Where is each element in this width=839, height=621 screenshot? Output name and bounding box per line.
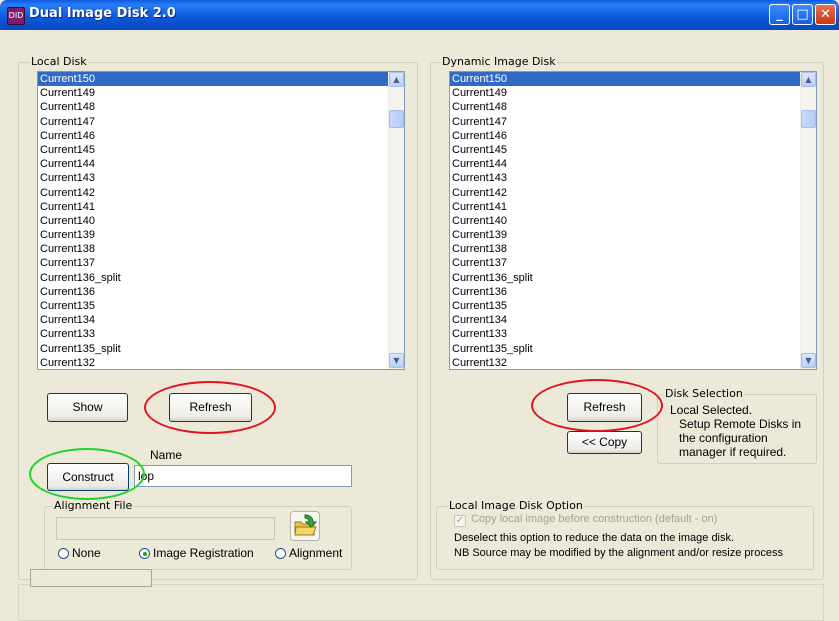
list-item[interactable]: Current140 — [450, 214, 801, 228]
local-image-option-label: Local Image Disk Option — [448, 499, 584, 512]
radio-none-label: None — [72, 546, 101, 560]
list-item[interactable]: Current135_split — [450, 342, 801, 356]
alignment-file-label: Alignment File — [53, 499, 134, 512]
alignment-file-path-input[interactable] — [56, 517, 275, 540]
show-button[interactable]: Show — [47, 393, 128, 422]
minimize-button[interactable]: _ — [769, 4, 790, 25]
list-item[interactable]: Current136 — [450, 285, 801, 299]
list-item[interactable]: Current135 — [450, 299, 801, 313]
list-item[interactable]: Current141 — [450, 200, 801, 214]
list-item[interactable]: Current142 — [38, 186, 389, 200]
list-item[interactable]: Current137 — [450, 256, 801, 270]
dynamic-disk-list[interactable]: Current150 Current149 Current148 Current147… — [449, 71, 817, 370]
name-input[interactable]: lop — [134, 465, 352, 487]
list-item[interactable]: Current147 — [38, 115, 389, 129]
local-disk-list[interactable]: Current150 Current149 Current148 Current147… — [37, 71, 405, 370]
radio-image-registration-label: Image Registration — [153, 546, 254, 560]
list-item[interactable]: Current146 — [450, 129, 801, 143]
radio-alignment-label: Alignment — [289, 546, 343, 560]
disk-selection-status: Local Selected. — [670, 403, 753, 417]
list-item[interactable]: Current137 — [38, 256, 389, 270]
list-item[interactable]: Current138 — [450, 242, 801, 256]
list-item[interactable]: Current143 — [450, 171, 801, 185]
radio-alignment[interactable] — [275, 548, 286, 559]
list-item[interactable]: Current145 — [38, 143, 389, 157]
list-item[interactable]: Current148 — [38, 100, 389, 114]
local-disk-items: Current150 Current149 Current148 Current147… — [38, 72, 389, 369]
list-item[interactable]: Current134 — [38, 313, 389, 327]
list-item[interactable]: Current134 — [450, 313, 801, 327]
name-label: Name — [150, 448, 183, 462]
local-disk-scrollbar[interactable]: ▲ ▼ — [388, 72, 404, 369]
dynamic-disk-group-label: Dynamic Image Disk — [441, 55, 557, 68]
list-item[interactable]: Current136 — [38, 285, 389, 299]
list-item[interactable]: Current150 — [38, 72, 389, 87]
list-item[interactable]: Current132 — [38, 356, 389, 369]
list-item[interactable]: Current138 — [38, 242, 389, 256]
list-item[interactable]: Current135_split — [38, 342, 389, 356]
copy-button[interactable]: << Copy — [567, 431, 642, 454]
scroll-down-arrow-icon[interactable]: ▼ — [389, 353, 404, 368]
dynamic-refresh-button[interactable]: Refresh — [567, 393, 642, 422]
window-title: Dual Image Disk 2.0 — [29, 6, 176, 21]
list-item[interactable]: Current136_split — [450, 271, 801, 285]
scroll-thumb[interactable] — [389, 110, 404, 128]
app-icon[interactable]: DID — [7, 7, 25, 25]
radio-none[interactable] — [58, 548, 69, 559]
maximize-button[interactable]: □ — [792, 4, 813, 25]
disk-selection-help: Setup Remote Disks in the configuration … — [679, 417, 802, 459]
list-item[interactable]: Current141 — [38, 200, 389, 214]
list-item[interactable]: Current145 — [450, 143, 801, 157]
list-item[interactable]: Current148 — [450, 100, 801, 114]
open-folder-icon — [290, 511, 320, 541]
construct-button[interactable]: Construct — [47, 463, 129, 491]
list-item[interactable]: Current136_split — [38, 271, 389, 285]
list-item[interactable]: Current143 — [38, 171, 389, 185]
list-item[interactable]: Current132 — [450, 356, 801, 369]
list-item[interactable]: Current139 — [450, 228, 801, 242]
list-item[interactable]: Current135 — [38, 299, 389, 313]
list-item[interactable]: Current150 — [450, 72, 801, 87]
scroll-up-arrow-icon[interactable]: ▲ — [801, 72, 816, 87]
status-bar — [18, 584, 824, 621]
list-item[interactable]: Current133 — [450, 327, 801, 341]
list-item[interactable]: Current140 — [38, 214, 389, 228]
list-item[interactable]: Current133 — [38, 327, 389, 341]
scroll-up-arrow-icon[interactable]: ▲ — [389, 72, 404, 87]
list-item[interactable]: Current144 — [38, 157, 389, 171]
copy-local-image-label: Copy local image before construction (de… — [471, 513, 718, 525]
option-note-line1: Deselect this option to reduce the data … — [454, 532, 735, 544]
list-item[interactable]: Current146 — [38, 129, 389, 143]
radio-image-registration[interactable] — [139, 548, 150, 559]
disk-selection-label: Disk Selection — [664, 387, 744, 400]
list-item[interactable]: Current142 — [450, 186, 801, 200]
list-item[interactable]: Current147 — [450, 115, 801, 129]
scroll-down-arrow-icon[interactable]: ▼ — [801, 353, 816, 368]
local-disk-group-label: Local Disk — [30, 55, 88, 68]
list-item[interactable]: Current144 — [450, 157, 801, 171]
open-folder-button[interactable] — [290, 511, 320, 541]
dynamic-disk-items: Current150 Current149 Current148 Current147… — [450, 72, 801, 369]
close-button[interactable]: ✕ — [815, 4, 836, 25]
list-item[interactable]: Current149 — [38, 86, 389, 100]
list-item[interactable]: Current139 — [38, 228, 389, 242]
scroll-thumb[interactable] — [801, 110, 816, 128]
list-item[interactable]: Current149 — [450, 86, 801, 100]
dynamic-disk-scrollbar[interactable]: ▲ ▼ — [800, 72, 816, 369]
copy-local-image-checkbox[interactable]: ✓ — [454, 515, 466, 527]
local-refresh-button[interactable]: Refresh — [169, 393, 252, 422]
status-progress-bar — [30, 569, 152, 587]
option-note-line2: NB Source may be modified by the alignme… — [454, 547, 783, 559]
